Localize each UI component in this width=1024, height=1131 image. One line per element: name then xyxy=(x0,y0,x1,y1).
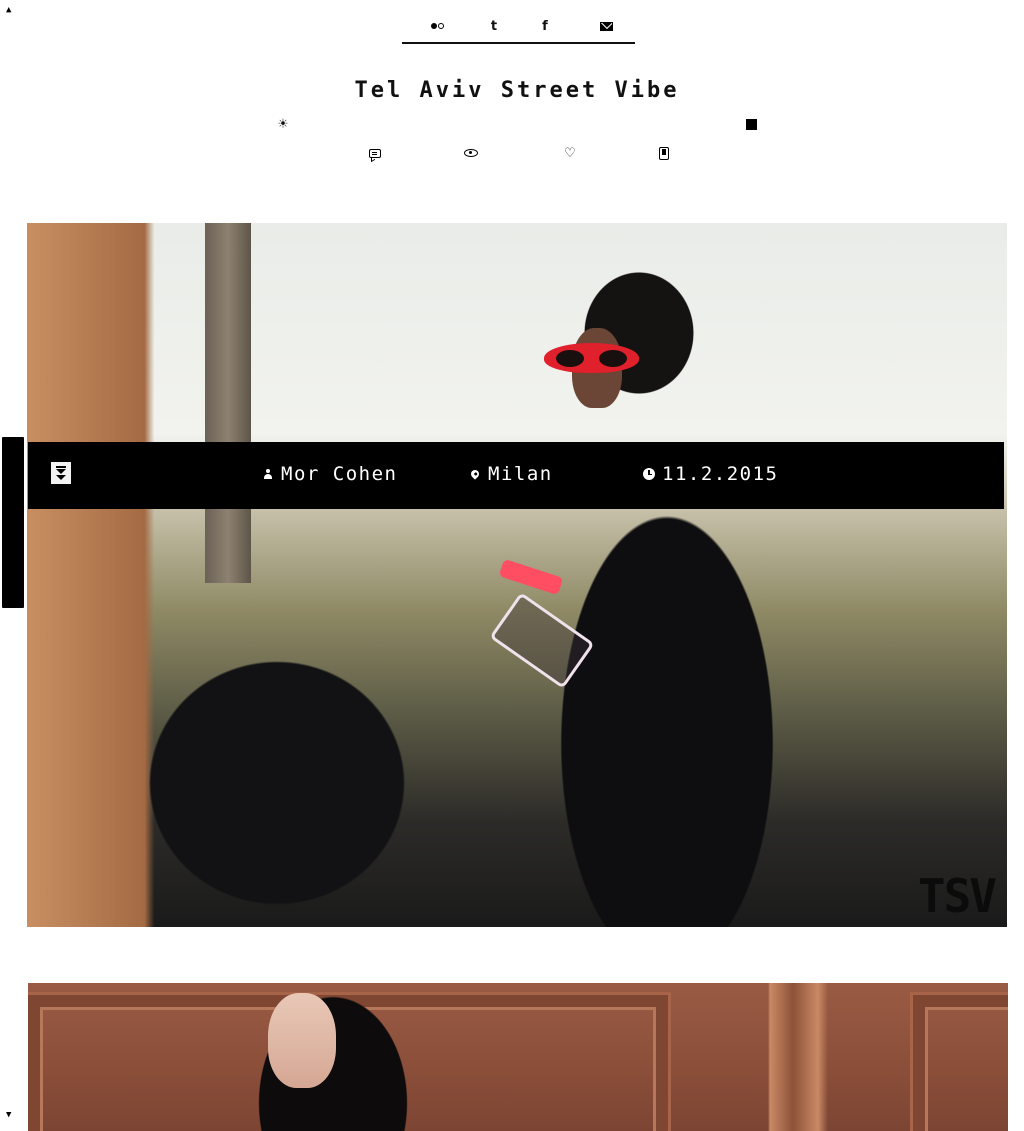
social-links-bar: t f xyxy=(402,14,635,44)
clock-icon xyxy=(642,467,656,481)
post-date: 11.2.2015 xyxy=(642,460,778,488)
photo-door-panel xyxy=(913,995,1008,1131)
tablet-icon[interactable] xyxy=(656,145,672,161)
post-author[interactable]: Mor Cohen xyxy=(261,460,397,488)
post-photo[interactable]: TSV xyxy=(27,223,1007,927)
photo-sunglasses xyxy=(544,343,639,373)
photo-tablet xyxy=(489,592,595,689)
post-photo[interactable] xyxy=(28,983,1008,1131)
comment-icon[interactable] xyxy=(367,145,383,161)
post-info-bar: Mor Cohen Milan 11.2.2015 xyxy=(28,442,1004,509)
photo-phone xyxy=(498,558,564,596)
site-title[interactable]: Tel Aviv Street Vibe xyxy=(0,78,1024,103)
square-icon[interactable] xyxy=(746,119,757,130)
user-icon xyxy=(261,467,275,481)
expand-down-icon[interactable] xyxy=(51,462,71,484)
scroll-up-arrow-icon[interactable]: ▲ xyxy=(6,6,11,15)
heart-icon[interactable]: ♡ xyxy=(562,145,578,161)
post-location[interactable]: Milan xyxy=(468,460,553,488)
mail-icon[interactable] xyxy=(597,17,615,35)
side-panel-tab[interactable] xyxy=(2,437,24,608)
flickr-icon[interactable] xyxy=(428,17,446,35)
watermark-logo: TSV xyxy=(917,869,997,923)
eye-icon[interactable] xyxy=(463,145,479,161)
post-location-name: Milan xyxy=(488,463,553,485)
scroll-down-arrow-icon[interactable]: ▼ xyxy=(6,1111,11,1120)
twitter-icon[interactable]: t xyxy=(485,17,503,35)
post-date-value: 11.2.2015 xyxy=(662,463,779,485)
post-author-name: Mor Cohen xyxy=(281,463,398,485)
facebook-icon[interactable]: f xyxy=(536,17,554,35)
location-pin-icon xyxy=(468,467,482,481)
photo-tree xyxy=(205,223,251,583)
sun-icon[interactable]: ☀ xyxy=(274,115,292,133)
photo-face xyxy=(268,993,336,1088)
